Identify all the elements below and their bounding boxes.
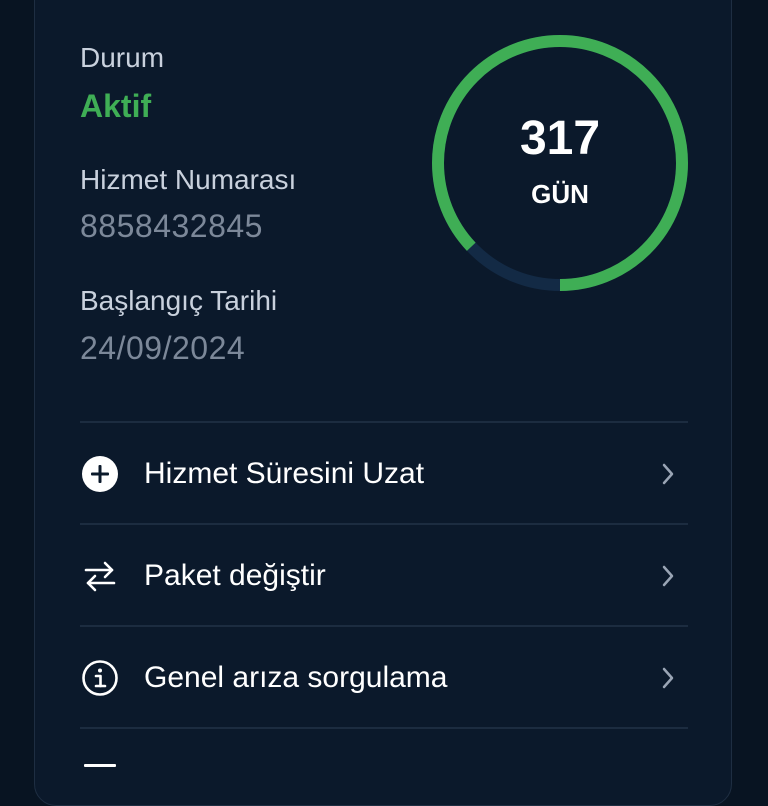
- remaining-days-ring: 317 GÜN: [430, 33, 690, 293]
- list-icon: [80, 748, 120, 768]
- status-value: Aktif: [80, 88, 152, 124]
- change-package-menu-item[interactable]: Paket değiştir: [80, 526, 688, 626]
- outage-query-label: Genel arıza sorgulama: [144, 661, 448, 694]
- service-number-label: Hizmet Numarası: [80, 164, 297, 195]
- divider: [80, 523, 688, 525]
- swap-arrows-icon: [80, 556, 120, 596]
- divider: [80, 727, 688, 729]
- chevron-right-icon: [656, 462, 680, 486]
- info-circle-icon: [80, 658, 120, 698]
- divider: [80, 625, 688, 627]
- divider: [80, 421, 688, 423]
- remaining-days-number: 317: [519, 112, 601, 165]
- plus-circle-icon: [80, 454, 120, 494]
- outage-query-menu-item[interactable]: Genel arıza sorgulama: [80, 628, 688, 728]
- extend-service-menu-item[interactable]: Hizmet Süresini Uzat: [80, 424, 688, 524]
- status-label: Durum: [80, 42, 165, 73]
- change-package-label: Paket değiştir: [144, 559, 326, 592]
- start-date-label: Başlangıç Tarihi: [80, 285, 278, 316]
- service-number-value: 8858432845: [80, 208, 263, 244]
- extend-service-label: Hizmet Süresini Uzat: [144, 457, 425, 490]
- chevron-right-icon: [656, 564, 680, 588]
- next-menu-item-partial[interactable]: [80, 748, 688, 768]
- remaining-days-unit: GÜN: [531, 179, 589, 209]
- start-date-value: 24/09/2024: [80, 330, 246, 366]
- chevron-right-icon: [656, 666, 680, 690]
